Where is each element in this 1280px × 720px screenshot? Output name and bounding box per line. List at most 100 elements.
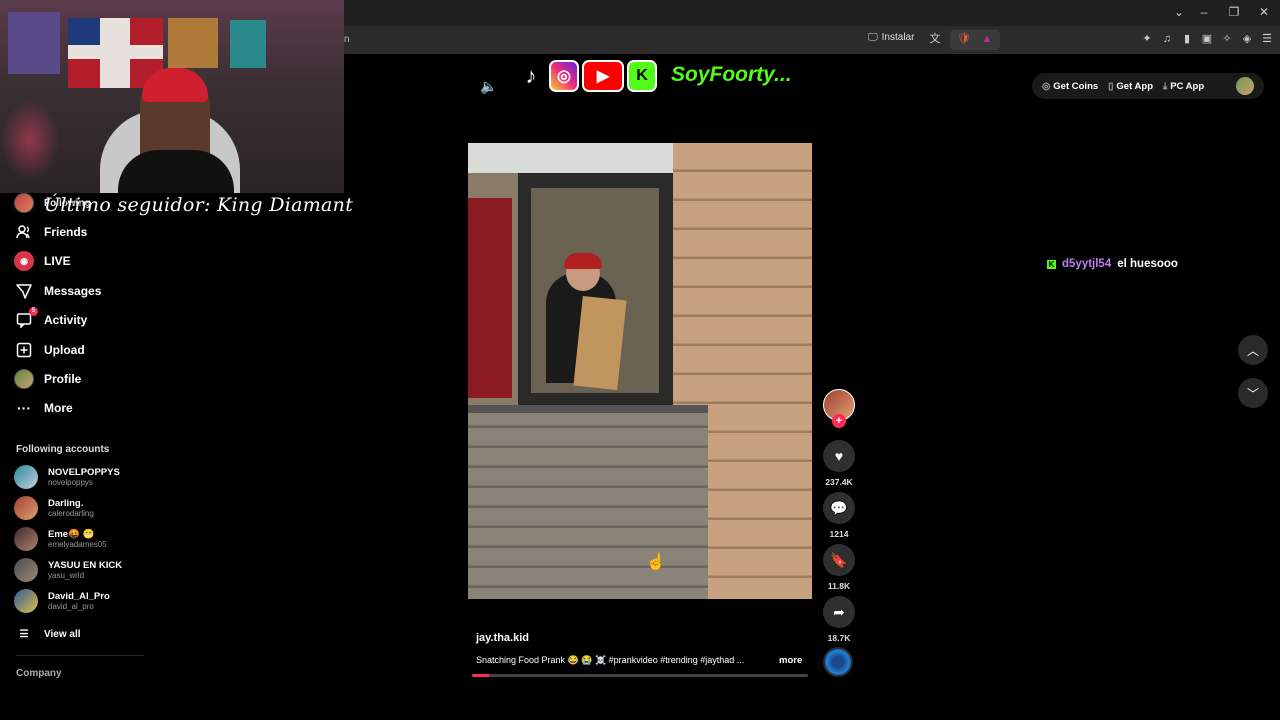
- account-username: novelpoppys: [48, 478, 93, 487]
- sidebar-item-more[interactable]: ··· More: [14, 398, 73, 418]
- chat-text: el huesooo: [1117, 258, 1178, 270]
- get-coins-button[interactable]: ◎ Get Coins: [1042, 81, 1098, 92]
- music-disc-icon[interactable]: [823, 647, 853, 677]
- follow-plus-icon[interactable]: +: [832, 414, 846, 428]
- avatar: [14, 589, 38, 613]
- vpn-icon[interactable]: ◈: [1240, 32, 1254, 46]
- stream-follower-overlay: Último seguidor: King Diamant: [44, 194, 354, 216]
- chevron-down-icon: ﹀: [1246, 386, 1259, 401]
- previous-video-button[interactable]: ︿: [1238, 335, 1268, 365]
- chevron-up-icon: ︿: [1246, 343, 1259, 358]
- youtube-logo-icon: ▶: [582, 60, 624, 92]
- get-coins-label: Get Coins: [1053, 80, 1099, 92]
- account-username: david_al_pro: [48, 602, 94, 611]
- video-progress-bar[interactable]: [472, 674, 808, 677]
- leo-ai-icon[interactable]: ✧: [1220, 32, 1234, 46]
- chat-message: K d5yytjl54 el huesooo: [1047, 258, 1178, 270]
- company-link[interactable]: Company: [16, 668, 62, 679]
- brand-name: SoyFoorty...: [671, 63, 792, 86]
- list-item[interactable]: Darling. calerodarling: [14, 496, 94, 520]
- sidebar-divider: [16, 655, 144, 656]
- pc-app-button[interactable]: ⤓ PC App: [1163, 81, 1204, 92]
- friends-icon: [14, 222, 34, 242]
- volume-icon[interactable]: 🔈: [480, 78, 497, 95]
- account-username: emelyadames05: [48, 540, 107, 549]
- more-button[interactable]: more: [779, 655, 802, 666]
- chevron-down-icon[interactable]: ⌄: [1171, 5, 1187, 19]
- download-icon: ⤓: [1163, 80, 1168, 92]
- install-button[interactable]: 🖵 Instalar: [868, 32, 914, 43]
- top-actions-bar: ◎ Get Coins ▯ Get App ⤓ PC App: [1032, 73, 1264, 99]
- sidebar-item-activity[interactable]: 5 Activity: [14, 307, 87, 330]
- user-avatar[interactable]: [1236, 77, 1254, 95]
- like-button[interactable]: ♥: [823, 440, 855, 472]
- list-item[interactable]: YASUU EN KICK yasu_wrld: [14, 558, 122, 582]
- account-username: yasu_wrld: [48, 571, 85, 580]
- avatar: [14, 527, 38, 551]
- sidebar-item-friends[interactable]: Friends: [14, 222, 87, 242]
- comment-button[interactable]: 💬: [823, 492, 855, 524]
- extensions-icon[interactable]: ✦: [1140, 32, 1154, 46]
- sidebar-item-live[interactable]: ◉ LIVE: [14, 251, 71, 271]
- tiktok-logo-icon: ♪: [516, 60, 546, 92]
- close-icon[interactable]: ✕: [1256, 5, 1272, 19]
- coin-icon: ◎: [1042, 80, 1051, 92]
- kick-logo-icon: K: [627, 60, 657, 92]
- avatar: [14, 558, 38, 582]
- profile-avatar-icon: [14, 369, 34, 389]
- share-icon: ➦: [833, 603, 845, 620]
- list-item[interactable]: David_Al_Pro david_al_pro: [14, 589, 110, 613]
- list-item[interactable]: NOVELPOPPYS novelpoppys: [14, 465, 120, 489]
- brave-shield-icon[interactable]: 🛡: [957, 32, 971, 46]
- pc-app-label: PC App: [1170, 80, 1205, 92]
- comment-icon: 💬: [830, 499, 848, 516]
- list-item[interactable]: Eme🤬 😬 emelyadames05: [14, 527, 107, 551]
- share-button[interactable]: ➦: [823, 596, 855, 628]
- minimize-icon[interactable]: –: [1196, 5, 1212, 19]
- account-name: NOVELPOPPYS: [48, 467, 120, 478]
- comment-count: 1214: [829, 529, 849, 539]
- video-author[interactable]: jay.tha.kid: [476, 632, 529, 644]
- sidebar-item-label: LIVE: [44, 254, 71, 268]
- bookmark-icon: 🔖: [830, 551, 848, 568]
- list-icon: ☰: [19, 628, 29, 640]
- restore-icon[interactable]: ❐: [1226, 5, 1242, 19]
- live-icon: ◉: [14, 251, 34, 271]
- install-label: Instalar: [881, 32, 915, 43]
- save-button[interactable]: 🔖: [823, 544, 855, 576]
- translate-icon[interactable]: 文: [928, 32, 942, 46]
- avatar: [14, 496, 38, 520]
- heart-icon: ♥: [834, 448, 844, 464]
- account-name: David_Al_Pro: [48, 591, 110, 602]
- save-count: 11.8K: [827, 581, 851, 591]
- sidebar-item-label: Upload: [44, 343, 85, 357]
- more-icon: ···: [17, 400, 31, 416]
- kick-badge-icon: K: [1047, 259, 1056, 269]
- activity-icon: 5: [14, 307, 38, 330]
- sidebar-toggle-icon[interactable]: ▮: [1180, 32, 1194, 46]
- like-count: 237.4K: [825, 477, 853, 487]
- following-avatar-icon: [14, 193, 34, 213]
- sidebar-item-messages[interactable]: Messages: [14, 281, 101, 301]
- menu-icon[interactable]: ☰: [1260, 32, 1274, 46]
- brave-rewards-icon[interactable]: ▲: [980, 32, 994, 46]
- address-bar[interactable]: n: [340, 31, 860, 49]
- monitor-icon: 🖵: [868, 32, 878, 43]
- get-app-button[interactable]: ▯ Get App: [1108, 81, 1153, 92]
- sidebar-item-label: Messages: [44, 284, 102, 298]
- sidebar-item-label: Friends: [44, 225, 88, 239]
- sidebar-item-profile[interactable]: Profile: [14, 369, 81, 389]
- messages-icon: [14, 281, 34, 301]
- wallet-icon[interactable]: ▣: [1200, 32, 1214, 46]
- instagram-logo-icon: ◎: [549, 60, 579, 92]
- account-name: Eme🤬 😬: [48, 529, 95, 540]
- video-description: Snatching Food Prank 😂 😭 ☠️ #prankvideo …: [476, 655, 745, 665]
- chat-username: d5yytjl54: [1062, 258, 1112, 270]
- video-player[interactable]: [468, 143, 812, 599]
- music-icon[interactable]: ♫: [1160, 32, 1174, 46]
- sidebar-item-label: More: [44, 401, 73, 415]
- avatar: [14, 465, 38, 489]
- next-video-button[interactable]: ﹀: [1238, 378, 1268, 408]
- sidebar-item-upload[interactable]: Upload: [14, 340, 85, 360]
- view-all-link[interactable]: ☰ View all: [14, 624, 81, 644]
